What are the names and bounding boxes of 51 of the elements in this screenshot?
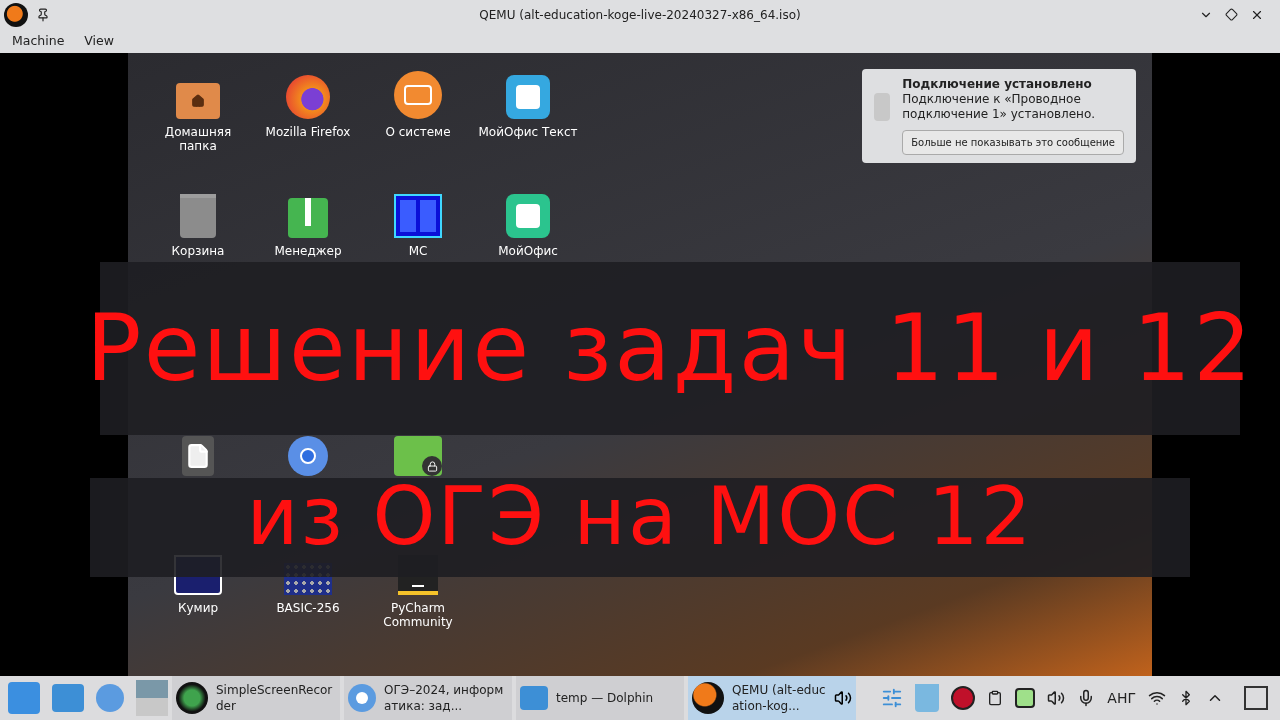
taskbar-task[interactable]: SimpleScreenRecorder [172,676,340,720]
sliders-icon[interactable] [881,687,904,709]
wifi-icon[interactable] [1148,689,1166,707]
desktop-icon-label[interactable]: Домашняя папка [146,125,250,153]
desktop-switcher-icon[interactable] [136,680,168,716]
archive-icon [288,198,328,238]
desktop-icon-label[interactable]: Mozilla Firefox [256,125,360,139]
desktop-icon-label[interactable]: Корзина [146,244,250,258]
desktop-icon-label[interactable]: BASIC-256 [256,601,360,615]
volume-icon[interactable] [1047,689,1066,707]
speaker-icon [834,689,852,707]
window-title: QEMU (alt-education-koge-live-20240327-x86_64.iso) [479,7,801,24]
taskbar-task[interactable]: temp — Dolphin [516,676,684,720]
desktop-icon-label[interactable]: Менеджер [256,244,360,258]
show-desktop-icon[interactable] [1244,686,1268,710]
taskbar-task[interactable]: ОГЭ–2024, информатика: зад... [344,676,512,720]
banner-text: из ОГЭ на МОС 12 [246,478,1034,556]
camera-lens-icon [176,682,208,714]
taskbar-task[interactable]: QEMU (alt-education-kog... [688,676,856,720]
status-light-icon[interactable] [1015,688,1036,708]
trash-icon [180,194,216,238]
app-logo-icon [4,3,28,27]
file-manager-icon [394,194,442,238]
document-app-icon [506,75,550,119]
maximize-icon[interactable] [1225,8,1238,21]
close-icon[interactable] [1250,8,1264,22]
network-port-icon [874,93,891,121]
pin-icon[interactable] [36,8,50,22]
clipboard-icon[interactable] [987,690,1004,706]
desktop-icon-label[interactable]: МойОфис Текст [476,125,580,139]
spreadsheet-app-icon [506,194,550,238]
locked-app-icon [394,436,442,476]
desktop-icon-label[interactable]: MC [366,244,470,258]
browser-icon [288,436,328,476]
keyboard-layout[interactable]: АНГ [1107,687,1136,709]
banner-text: Решение задач 11 и 12 [85,293,1255,404]
desktop-icon-label[interactable]: О системе [366,125,470,139]
menu-item[interactable]: View [76,32,122,51]
desktop-icon-label[interactable]: МойОфис [476,244,580,258]
folder-icon [176,83,220,119]
notification-body: Подключение к «Проводное подключение 1» установлено. [902,92,1097,122]
dont-show-button[interactable]: Больше не показывать это сообщение [902,130,1124,155]
desktop-icon-label[interactable]: PyCharm Community [366,601,470,629]
record-icon[interactable] [951,686,976,710]
menu-item[interactable]: Machine [4,32,73,51]
browser-icon [286,75,330,119]
file-icon [182,436,214,476]
browser-icon [348,684,376,712]
folder-icon [520,686,548,710]
desktop-icon-label[interactable]: Кумир [146,601,250,615]
notification-title: Подключение установлено [902,77,1092,92]
